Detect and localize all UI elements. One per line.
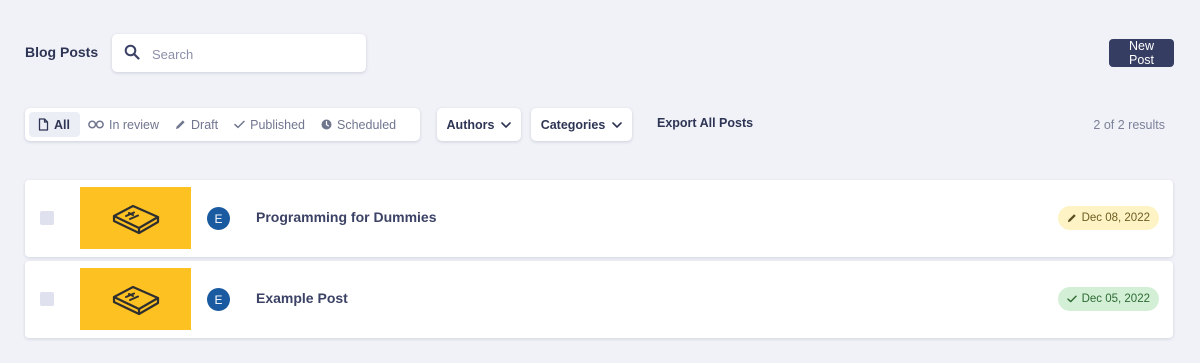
status-badge: Dec 08, 2022 [1057,206,1159,230]
tab-scheduled[interactable]: Scheduled [313,112,404,137]
post-row[interactable]: E Programming for Dummies Dec 08, 2022 [25,180,1173,257]
author-avatar: E [207,207,230,230]
author-avatar: E [207,288,230,311]
status-filter-tabs: All In review Draft Published Scheduled [25,108,420,141]
check-icon [1066,295,1077,303]
categories-dropdown[interactable]: Categories [531,108,632,141]
post-date: Dec 05, 2022 [1081,293,1150,305]
chevron-down-icon [612,121,623,128]
export-all-posts-link[interactable]: Export All Posts [657,116,753,130]
post-title[interactable]: Example Post [256,290,348,306]
pencil-icon [176,120,185,129]
glasses-icon [88,120,104,129]
tab-draft-label: Draft [191,117,219,132]
post-date: Dec 08, 2022 [1081,212,1150,224]
page-title: Blog Posts [25,44,99,60]
clock-icon [321,119,332,130]
status-badge: Dec 05, 2022 [1057,287,1159,311]
categories-dropdown-label: Categories [540,117,606,132]
chevron-down-icon [501,121,512,128]
search-input[interactable] [150,42,354,66]
row-checkbox[interactable] [40,292,54,306]
authors-dropdown-label: Authors [446,117,495,132]
pencil-icon [1067,214,1076,223]
top-bar: Blog Posts New Post [0,0,1200,100]
tab-published[interactable]: Published [226,112,313,137]
check-icon [234,120,245,129]
tab-scheduled-label: Scheduled [337,117,397,132]
tab-in-review-label: In review [108,117,160,132]
file-icon [38,118,49,131]
tab-all[interactable]: All [29,112,80,137]
authors-dropdown[interactable]: Authors [437,108,521,141]
tab-draft[interactable]: Draft [167,112,226,137]
box-icon [112,285,159,316]
results-count: 2 of 2 results [1093,118,1165,132]
tab-in-review[interactable]: In review [80,112,167,137]
search-box[interactable] [112,34,366,72]
row-checkbox[interactable] [40,211,54,225]
post-row[interactable]: E Example Post Dec 05, 2022 [25,261,1173,338]
post-title[interactable]: Programming for Dummies [256,209,436,225]
post-thumbnail [80,268,191,330]
new-post-button[interactable]: New Post [1109,39,1174,67]
tab-published-label: Published [250,117,306,132]
tab-all-label: All [54,117,70,132]
post-thumbnail [80,187,191,249]
box-icon [112,204,159,235]
search-icon [124,44,140,60]
